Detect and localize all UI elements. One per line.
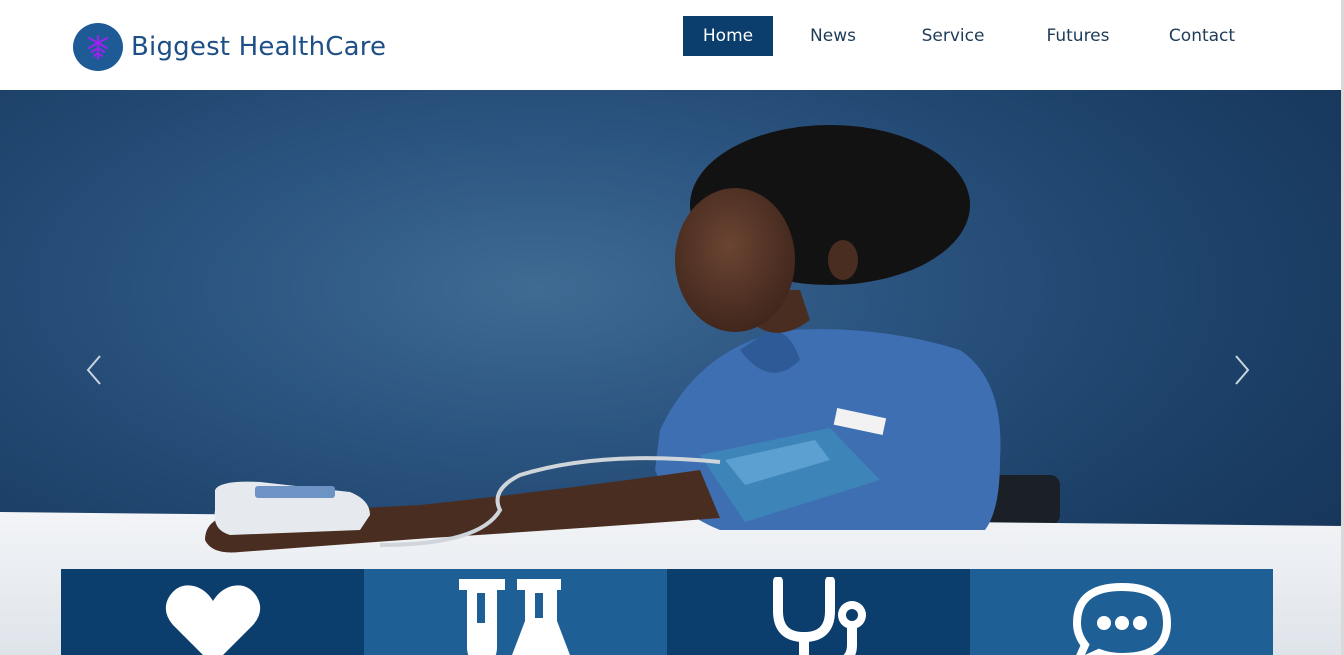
site-header: Biggest HealthCare Home News Service Fut…	[0, 0, 1344, 90]
brand-name: Biggest HealthCare	[131, 32, 387, 62]
nav-news[interactable]: News	[805, 16, 861, 56]
stethoscope-icon	[772, 577, 866, 655]
lab-flask-icon	[458, 579, 570, 655]
feature-card-heart[interactable]	[61, 569, 364, 655]
nav-contact[interactable]: Contact	[1161, 16, 1243, 56]
caduceus-icon	[73, 23, 123, 71]
feature-card-chat[interactable]	[970, 569, 1273, 655]
logo[interactable]: Biggest HealthCare	[73, 23, 386, 71]
feature-card-stethoscope[interactable]	[667, 569, 970, 655]
chevron-right-icon[interactable]	[1226, 352, 1256, 388]
chevron-left-icon[interactable]	[80, 352, 110, 388]
heart-icon	[165, 585, 260, 655]
nav-service[interactable]: Service	[913, 16, 993, 56]
nav-futures[interactable]: Futures	[1041, 16, 1115, 56]
feature-card-lab[interactable]	[364, 569, 667, 655]
chat-bubble-icon	[1072, 582, 1171, 655]
main-nav: Home News Service Futures Contact	[683, 16, 1243, 56]
feature-strip	[61, 569, 1274, 655]
nav-home[interactable]: Home	[683, 16, 773, 56]
